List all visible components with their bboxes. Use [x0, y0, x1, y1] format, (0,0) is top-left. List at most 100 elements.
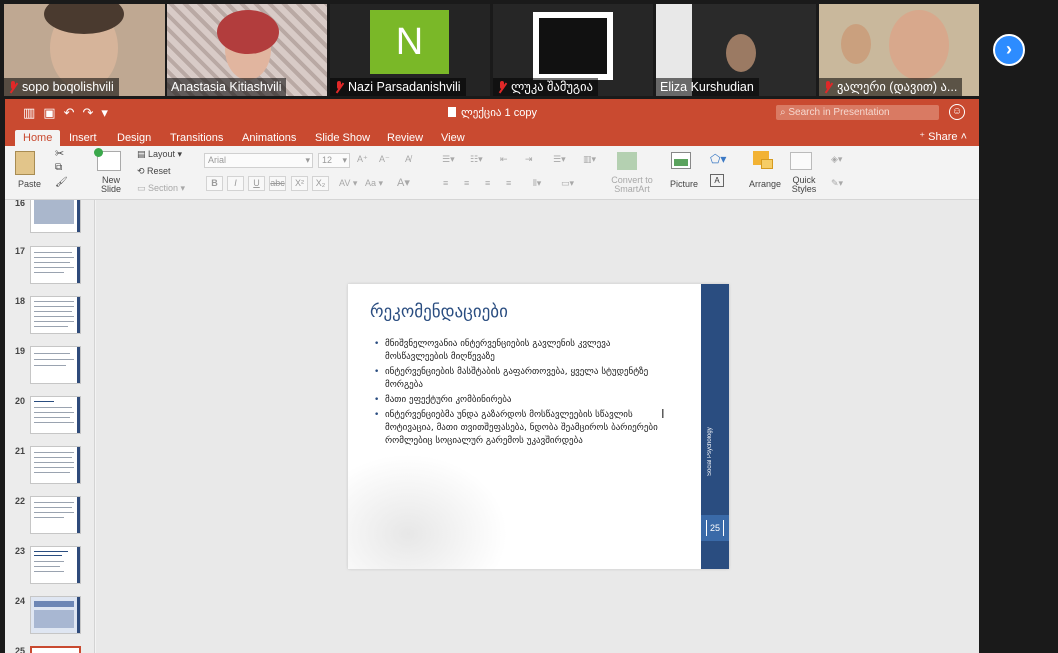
participant-video: [726, 34, 756, 72]
new-slide-button[interactable]: New Slide: [101, 176, 121, 194]
increase-font-icon[interactable]: A⁺: [357, 154, 368, 165]
slide-title[interactable]: რეკომენდაციები: [370, 302, 508, 322]
align-text-icon[interactable]: ▭▾: [561, 178, 574, 189]
slide-thumbnail[interactable]: [30, 546, 81, 584]
increase-indent-icon[interactable]: ⇥: [525, 154, 533, 165]
text-direction-icon[interactable]: ⫴▾: [533, 178, 541, 189]
panes-icon[interactable]: ▥: [23, 105, 43, 120]
columns-icon[interactable]: ▥▾: [583, 154, 596, 165]
format-painter-icon[interactable]: 🖌: [55, 177, 68, 188]
slide-bullet-list[interactable]: მნიშვნელოვანია ინტერვენციების გავლენის კ…: [374, 338, 674, 450]
layout-button[interactable]: ▤ Layout ▾: [137, 149, 182, 160]
thumbnail-number: 16: [15, 200, 26, 208]
participant-tile[interactable]: ვალერი (დავით) ა...: [819, 4, 979, 96]
zoom-window: sopo boqolishvili Anastasia Kitiashvili …: [0, 0, 1058, 653]
search-input[interactable]: ⌕ Search in Presentation: [776, 105, 939, 120]
subscript-button[interactable]: X₂: [312, 176, 329, 191]
participant-name: ვალერი (დავით) ა...: [819, 78, 963, 96]
slide-thumbnail[interactable]: [30, 596, 81, 634]
customize-icon[interactable]: ▾: [101, 105, 116, 120]
change-case-icon[interactable]: Aa ▾: [365, 178, 383, 189]
line-spacing-icon[interactable]: ☰▾: [553, 154, 566, 165]
slide-side-bar: Social Psychology 25: [701, 284, 729, 569]
strikethrough-button[interactable]: abc: [269, 176, 286, 191]
font-family-select[interactable]: Arial ▾: [204, 153, 313, 168]
save-icon[interactable]: ▣: [43, 105, 63, 120]
tab-review[interactable]: Review: [379, 130, 431, 146]
convert-smartart-button[interactable]: Convert to SmartArt: [610, 176, 654, 194]
paste-label[interactable]: Paste: [18, 179, 41, 189]
italic-button[interactable]: I: [227, 176, 244, 191]
arrange-button[interactable]: Arrange: [749, 179, 781, 189]
bold-button[interactable]: B: [206, 176, 223, 191]
align-right-icon[interactable]: ≡: [485, 178, 490, 188]
bullet-item: ინტერვენციებმა უნდა გაზარდოს მოსწავლეები…: [374, 409, 674, 448]
slide-thumbnail[interactable]: [30, 496, 81, 534]
slide-thumbnail[interactable]: [30, 200, 81, 233]
clear-format-icon[interactable]: A̸: [405, 154, 411, 164]
document-icon: [448, 107, 456, 117]
participant-hand: [841, 24, 871, 64]
thumbnail-number: 21: [15, 446, 26, 456]
page-number: 25: [706, 520, 724, 536]
tab-home[interactable]: Home: [15, 130, 61, 146]
paste-icon[interactable]: [15, 151, 35, 175]
section-button[interactable]: ▭ Section ▾: [137, 183, 185, 194]
share-button[interactable]: ⁺ Share ˄: [919, 130, 967, 143]
shape-outline-icon[interactable]: ✎▾: [831, 178, 843, 189]
participant-tile-active[interactable]: Anastasia Kitiashvili: [167, 4, 327, 96]
align-left-icon[interactable]: ≡: [443, 178, 448, 188]
tab-transitions[interactable]: Transitions: [162, 130, 231, 146]
undo-icon[interactable]: ↶: [64, 105, 83, 120]
font-color-icon[interactable]: A▾: [397, 176, 410, 189]
reset-button[interactable]: ⟲ Reset: [137, 166, 171, 177]
mic-muted-icon: [823, 81, 833, 93]
participant-tile[interactable]: Eliza Kurshudian: [656, 4, 816, 96]
document-title: ლექცია 1 copy: [448, 106, 537, 119]
decrease-font-icon[interactable]: A⁻: [379, 154, 390, 165]
picture-icon[interactable]: [671, 152, 691, 169]
participant-tile[interactable]: ლუკა შამუგია: [493, 4, 653, 96]
align-center-icon[interactable]: ≡: [464, 178, 469, 188]
quick-styles-icon[interactable]: [790, 152, 812, 170]
justify-icon[interactable]: ≡: [506, 178, 511, 188]
thumbnail-number: 20: [15, 396, 26, 406]
slide-thumbnail[interactable]: [30, 396, 81, 434]
tab-design[interactable]: Design: [109, 130, 159, 146]
shape-fill-icon[interactable]: ◈▾: [831, 154, 842, 165]
redo-icon[interactable]: ↷: [83, 105, 102, 120]
slide-thumbnail[interactable]: [30, 246, 81, 284]
tab-animations[interactable]: Animations: [234, 130, 304, 146]
copy-icon[interactable]: ⧉: [55, 162, 62, 173]
superscript-button[interactable]: X²: [291, 176, 308, 191]
font-size-select[interactable]: 12 ▾: [318, 153, 350, 168]
mic-muted-icon: [334, 81, 344, 93]
participant-tile[interactable]: sopo boqolishvili: [4, 4, 165, 96]
tab-insert[interactable]: Insert: [61, 130, 105, 146]
side-label: Social Psychology: [707, 427, 713, 476]
arrange-icon[interactable]: [753, 151, 773, 169]
quick-styles-button[interactable]: Quick Styles: [791, 176, 817, 194]
current-slide[interactable]: რეკომენდაციები მნიშვნელოვანია ინტერვენცი…: [348, 284, 729, 569]
tab-slide-show[interactable]: Slide Show: [307, 130, 378, 146]
feedback-smiley-icon[interactable]: ☺: [949, 104, 965, 120]
slide-thumbnail[interactable]: [30, 296, 81, 334]
cut-icon[interactable]: ✂: [55, 147, 64, 160]
next-page-button[interactable]: ›: [993, 34, 1025, 66]
underline-button[interactable]: U: [248, 176, 265, 191]
picture-button[interactable]: Picture: [670, 179, 698, 189]
ribbon-home: Paste ✂ ⧉ 🖌 New Slide ▤ Layout ▾ ⟲ Reset…: [5, 146, 979, 200]
slide-thumbnail[interactable]: [30, 346, 81, 384]
char-spacing-icon[interactable]: AV ▾: [339, 178, 357, 189]
bullets-icon[interactable]: ☰▾: [442, 154, 455, 165]
new-slide-icon[interactable]: [94, 148, 121, 171]
slide-thumbnail[interactable]: [30, 446, 81, 484]
textbox-icon[interactable]: A: [710, 174, 724, 187]
tab-view[interactable]: View: [433, 130, 473, 146]
slide-thumbnail-selected[interactable]: [30, 646, 81, 653]
smartart-icon[interactable]: [617, 152, 637, 170]
participant-tile[interactable]: N Nazi Parsadanishvili: [330, 4, 490, 96]
numbering-icon[interactable]: ☷▾: [470, 154, 483, 165]
shapes-icon[interactable]: ⬠▾: [710, 152, 726, 166]
decrease-indent-icon[interactable]: ⇤: [500, 154, 508, 165]
